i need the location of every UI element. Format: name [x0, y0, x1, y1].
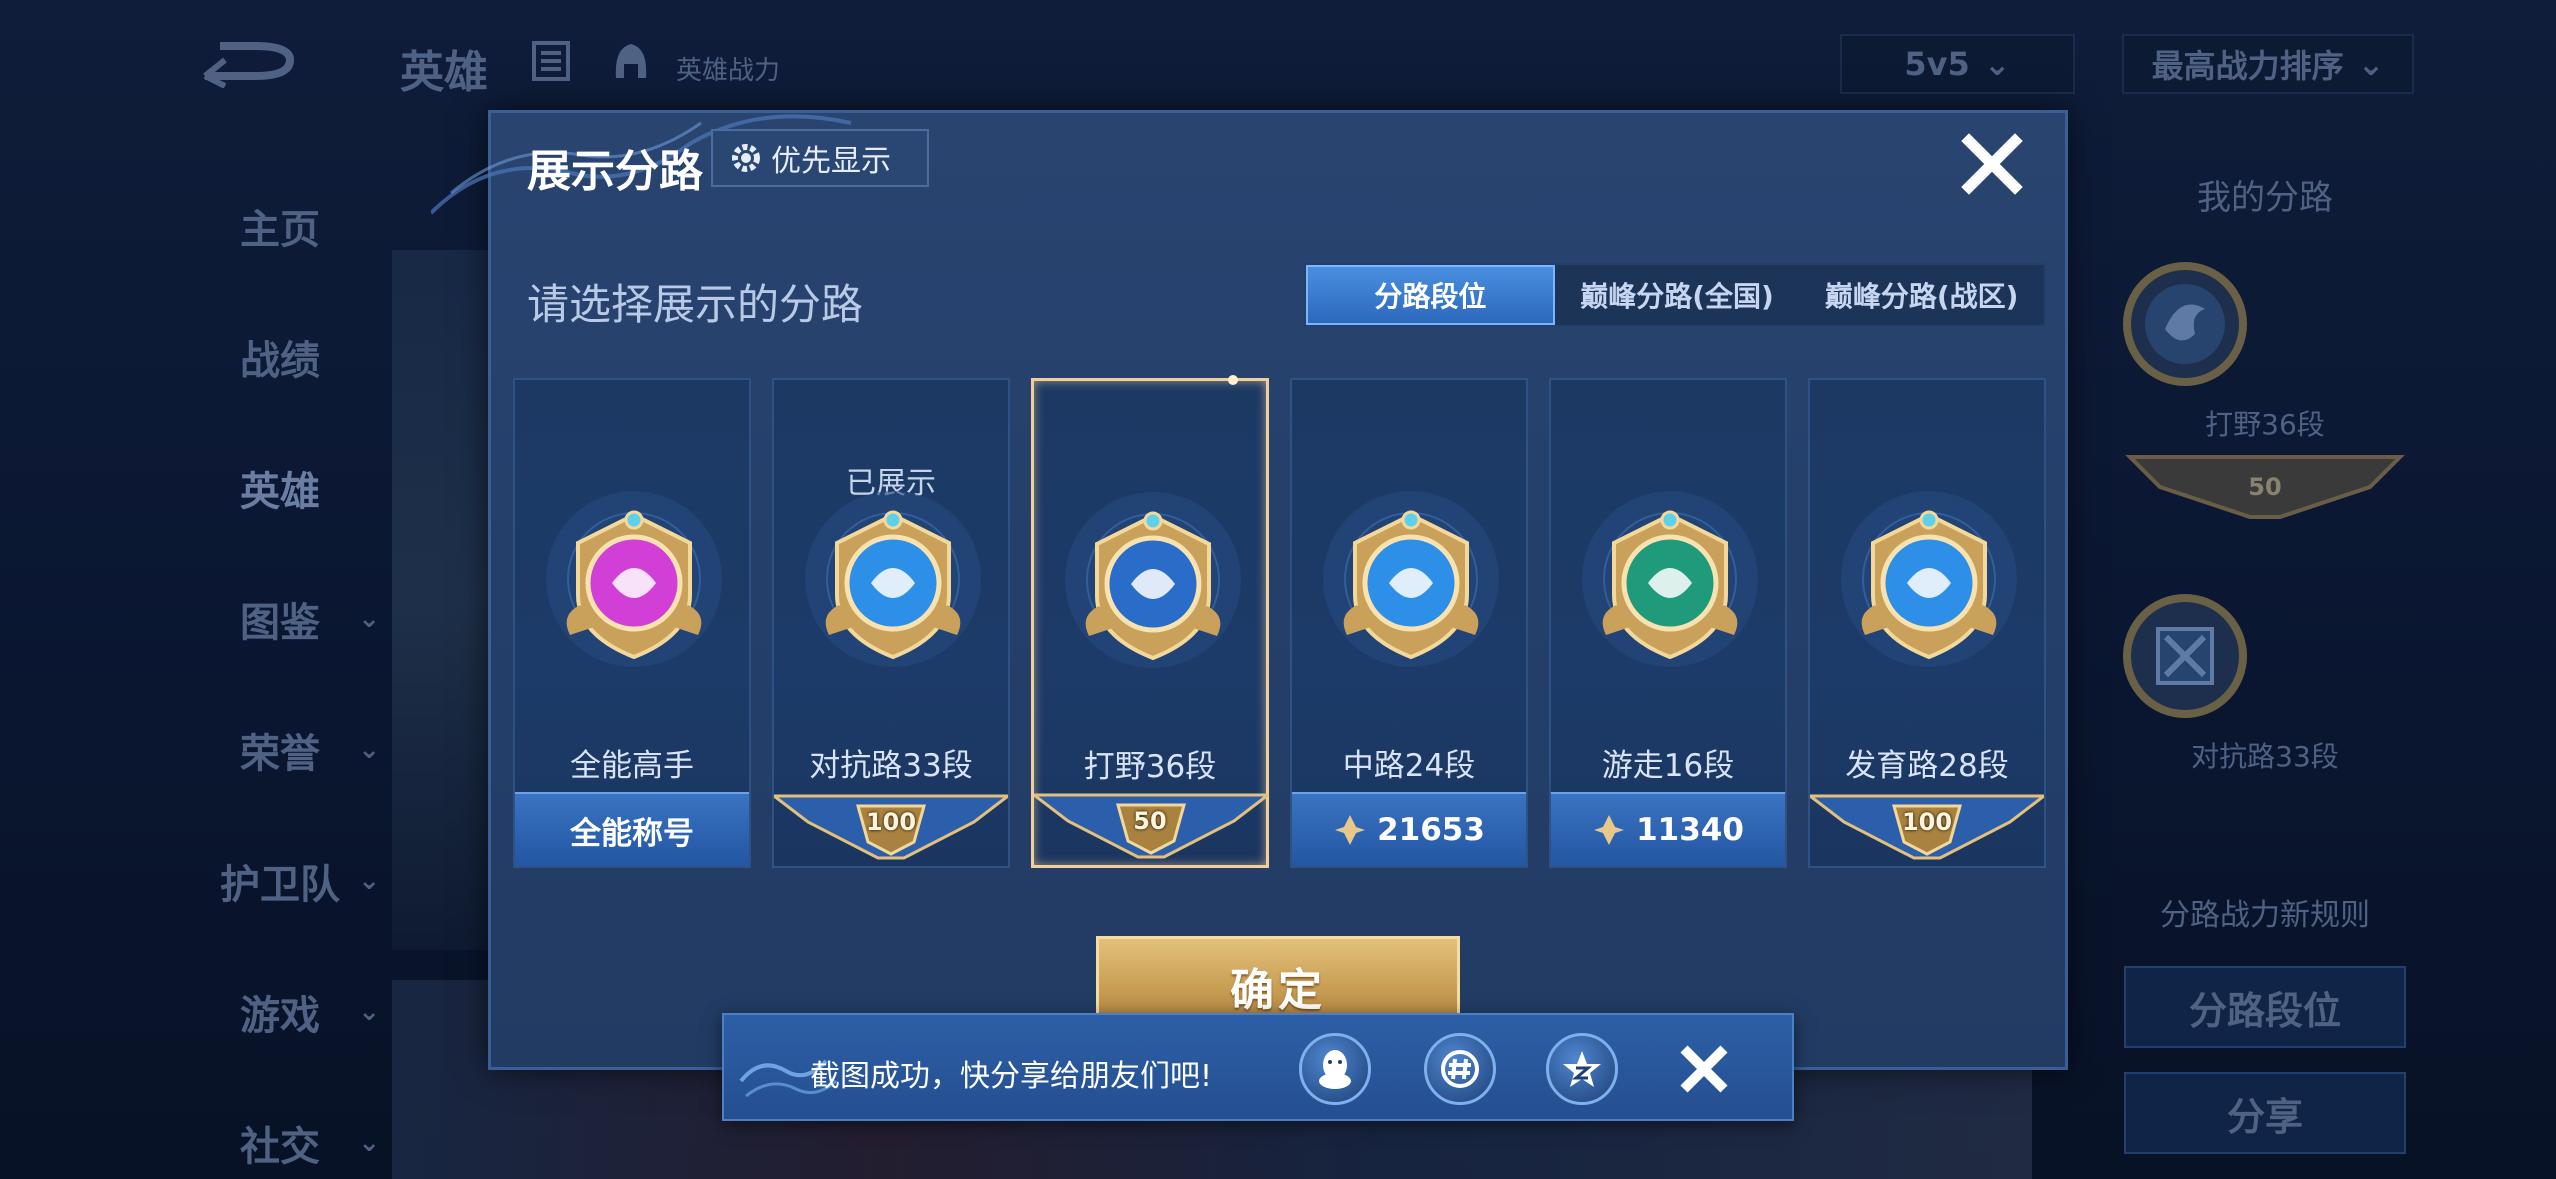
chevron-down-icon: ⌄ [358, 996, 380, 1027]
my-lanes-panel: 我的分路 打野36段 50 对抗路33段 [2120, 170, 2410, 775]
tab-lane-rank[interactable]: 分路段位 [1306, 265, 1555, 325]
nav-item-label: 护卫队 [220, 861, 340, 908]
chevron-down-icon: ⌄ [358, 1127, 380, 1158]
lane-rank-button[interactable]: 分路段位 [2124, 966, 2406, 1048]
share-toast: 截图成功，快分享给朋友们吧! [722, 1013, 1794, 1121]
lane-card[interactable]: 全能高手 全能称号 [513, 378, 751, 868]
chevron-down-icon: ⌄ [358, 865, 380, 896]
qq-icon[interactable] [1299, 1033, 1371, 1105]
dialog-subtitle: 请选择展示的分路 [527, 280, 864, 329]
rank-level: 100 [1901, 808, 1953, 836]
list-icon[interactable] [530, 40, 572, 82]
peak-score: 21653 [1377, 812, 1485, 848]
nav-item-label: 战绩 [240, 337, 320, 384]
priority-display-label: 优先显示 [771, 144, 891, 179]
lane-tabs: 分路段位 巅峰分路(全国) 巅峰分路(战区) [1304, 263, 2046, 327]
dialog-title: 展示分路 [527, 146, 703, 197]
lane-card[interactable]: 游走16段 11340 [1549, 378, 1787, 868]
gear-icon [732, 144, 760, 172]
lane-card[interactable]: 中路24段 21653 [1290, 378, 1528, 868]
jungle-dragon-emblem-icon [1059, 486, 1247, 674]
allround-emblem-icon [540, 485, 728, 673]
selected-corner-dot [1228, 375, 1238, 385]
nav-item-games[interactable]: 游戏 ⌄ [170, 946, 390, 1077]
lane-card-footer: 100 [774, 792, 1008, 866]
lane-card-footer: 100 [1810, 792, 2044, 866]
chevron-down-icon: ⌄ [358, 734, 380, 765]
roam-wings-emblem-icon [1576, 485, 1764, 673]
qq-penguin-icon [1319, 1050, 1351, 1089]
lane-name: 游走16段 [1601, 748, 1735, 784]
rank-level: 50 [1133, 807, 1167, 835]
nav-item-label: 荣誉 [240, 730, 320, 777]
tab-peak-region[interactable]: 巅峰分路(战区) [1799, 265, 2044, 325]
back-arrow-icon[interactable] [195, 38, 305, 88]
nav-item-guard[interactable]: 护卫队 ⌄ [170, 815, 390, 946]
nav-item-label: 图鉴 [240, 599, 320, 646]
clash-lane-emblem-icon [799, 485, 987, 673]
wechat-moments-icon[interactable] [1424, 1033, 1496, 1105]
star-icon [1563, 1051, 1601, 1087]
mode-select[interactable]: 5v5 ⌄ [1840, 34, 2075, 94]
tab-peak-national[interactable]: 巅峰分路(全国) [1555, 265, 1800, 325]
my-lane-label: 对抗路33段 [2191, 740, 2339, 773]
farm-lane-emblem-icon [1835, 485, 2023, 673]
chevron-down-icon: ⌄ [1983, 45, 2011, 83]
nav-item-heroes[interactable]: 英雄 [170, 422, 390, 553]
lane-name: 全能高手 [570, 748, 694, 784]
lane-card[interactable]: 已展示 对抗路33段 100 [772, 378, 1010, 868]
helmet-icon [615, 44, 647, 78]
mode-select-value: 5v5 [1904, 45, 1970, 83]
lane-card[interactable]: 打野36段 50 [1031, 375, 1269, 868]
lane-card-footer: 50 [1034, 791, 1268, 865]
nav-item-label: 社交 [240, 1123, 320, 1170]
nav-item-records[interactable]: 战绩 [170, 291, 390, 422]
sort-select-value: 最高战力排序 [2151, 47, 2344, 85]
qzone-icon[interactable] [1546, 1033, 1618, 1105]
peak-power-icon [1335, 815, 1366, 845]
rank-level: 100 [865, 808, 917, 836]
chevron-down-icon: ⌄ [358, 603, 380, 634]
nav-item-codex[interactable]: 图鉴 ⌄ [170, 553, 390, 684]
lane-card-list: 全能高手 全能称号 已展示 对抗路33段 100 打野36段 50 中路24段 21653 游走1… [513, 375, 2053, 868]
left-nav: 主页 战绩 英雄 图鉴 ⌄ 荣誉 ⌄ 护卫队 ⌄ 游戏 ⌄ 社交 ⌄ [170, 160, 390, 1179]
nav-item-label: 英雄 [240, 468, 320, 515]
lane-card-footer: 全能称号 [515, 792, 749, 866]
sort-select[interactable]: 最高战力排序 ⌄ [2122, 34, 2414, 94]
rank-banner-level: 50 [2248, 473, 2281, 501]
nav-item-honor[interactable]: 荣誉 ⌄ [170, 684, 390, 815]
show-lane-dialog: 展示分路 优先显示 请选择展示的分路 分路段位 巅峰分路(全国) 巅峰分路(战区… [431, 110, 2068, 1070]
mid-lane-emblem-icon [1317, 485, 1505, 673]
my-lanes-title: 我的分路 [2197, 178, 2333, 218]
hashtag-icon [1441, 1050, 1479, 1088]
nav-item-home[interactable]: 主页 [170, 160, 390, 291]
peak-power-icon [1594, 815, 1625, 845]
nav-item-label: 游戏 [240, 992, 320, 1039]
peak-score: 11340 [1636, 812, 1744, 848]
clash-lane-icon [2123, 594, 2247, 718]
chevron-down-icon: ⌄ [2357, 45, 2385, 83]
close-icon[interactable] [1674, 1039, 1734, 1099]
title-badge-text: 全能称号 [570, 815, 694, 852]
hero-power-label[interactable]: 英雄战力 [676, 50, 780, 87]
toast-message: 截图成功，快分享给朋友们吧! [810, 1059, 1213, 1094]
lane-card[interactable]: 发育路28段 100 [1808, 378, 2046, 868]
lane-name: 中路24段 [1342, 748, 1476, 784]
share-button[interactable]: 分享 [2124, 1072, 2406, 1154]
nav-item-label: 主页 [240, 206, 320, 253]
priority-display-button[interactable]: 优先显示 [711, 129, 929, 187]
my-lane-label: 打野36段 [2205, 408, 2325, 441]
page-title: 英雄 [400, 47, 488, 98]
lane-power-rule-link[interactable]: 分路战力新规则 [2120, 890, 2410, 942]
rank-banner-icon: 50 [2125, 455, 2405, 519]
close-icon[interactable] [1959, 131, 2025, 197]
lane-name: 发育路28段 [1845, 748, 2009, 784]
lane-card-footer: 21653 [1292, 792, 1526, 866]
lane-name: 对抗路33段 [809, 748, 973, 784]
jungle-dragon-icon [2123, 262, 2247, 386]
lane-name: 打野36段 [1083, 749, 1217, 785]
lane-card-footer: 11340 [1551, 792, 1785, 866]
nav-item-social[interactable]: 社交 ⌄ [170, 1077, 390, 1179]
